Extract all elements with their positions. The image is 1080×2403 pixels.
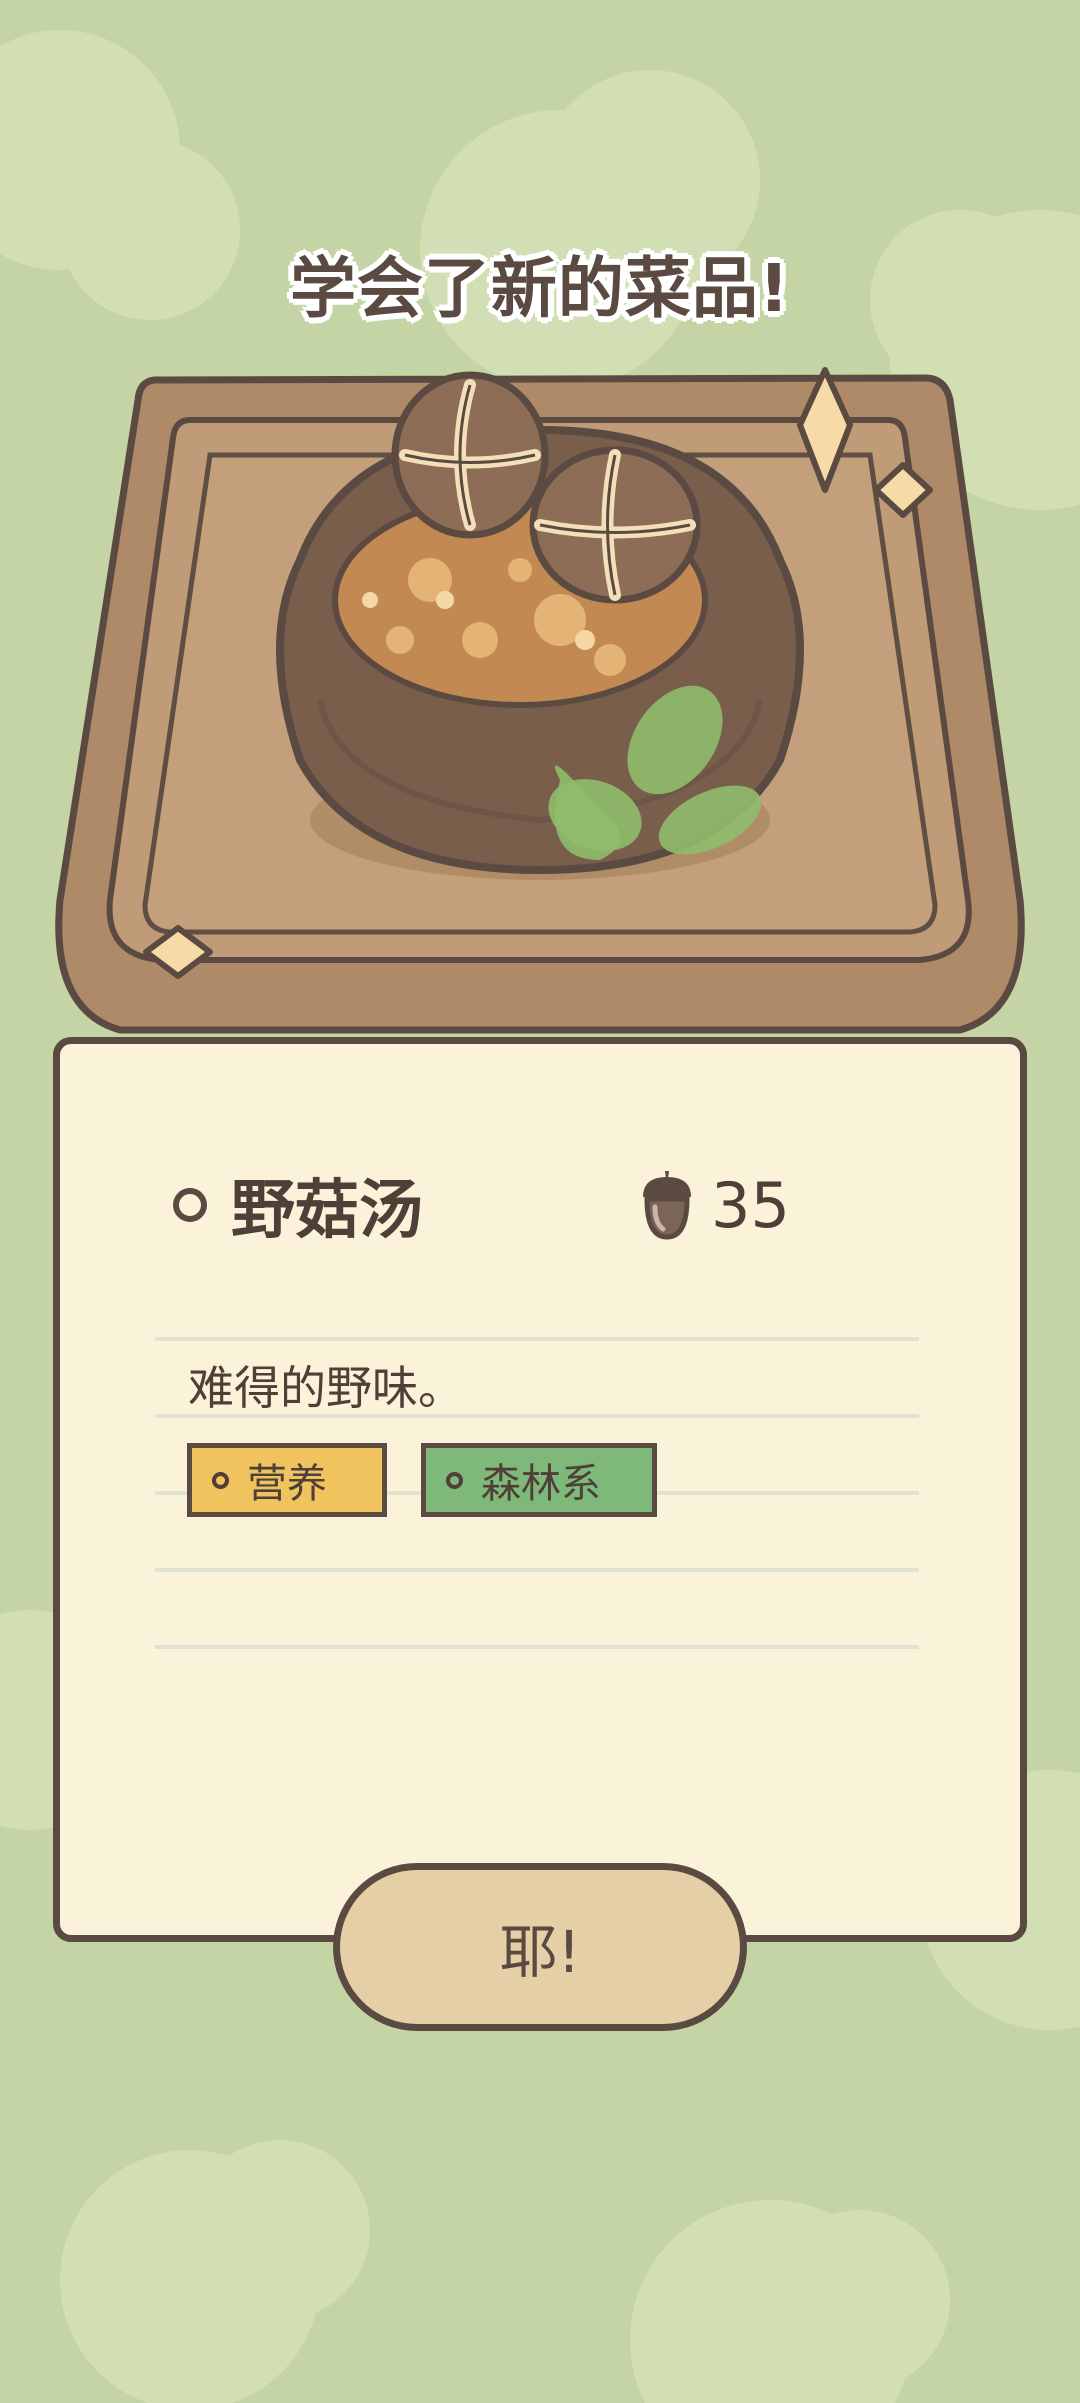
dish-name: 野菇汤 <box>231 1174 423 1248</box>
acorn-icon <box>643 1171 691 1240</box>
tag-forest: 森林系 <box>421 1443 657 1517</box>
dish-description: 难得的野味。 <box>188 1361 464 1415</box>
mushroom-2 <box>529 446 701 604</box>
tag-label: 森林系 <box>481 1461 601 1507</box>
tag-bullet-icon <box>212 1471 229 1489</box>
confirm-button[interactable]: 耶! <box>333 1863 747 2031</box>
ruled-line <box>155 1568 919 1572</box>
ruled-line <box>155 1645 919 1649</box>
tag-nutrition: 营养 <box>187 1443 387 1517</box>
tag-bullet-icon <box>446 1471 463 1489</box>
page-title: 学会了新的菜品! <box>289 250 791 327</box>
dish-price: 35 <box>635 1160 790 1250</box>
tag-label: 营养 <box>247 1461 327 1507</box>
mushroom-1 <box>391 371 549 539</box>
ruled-line <box>155 1337 919 1341</box>
dish-title-row: 野菇汤 <box>173 1160 423 1250</box>
bullet-icon <box>173 1188 207 1222</box>
dish-illustration <box>55 367 1025 1034</box>
price-value: 35 <box>711 1168 790 1242</box>
